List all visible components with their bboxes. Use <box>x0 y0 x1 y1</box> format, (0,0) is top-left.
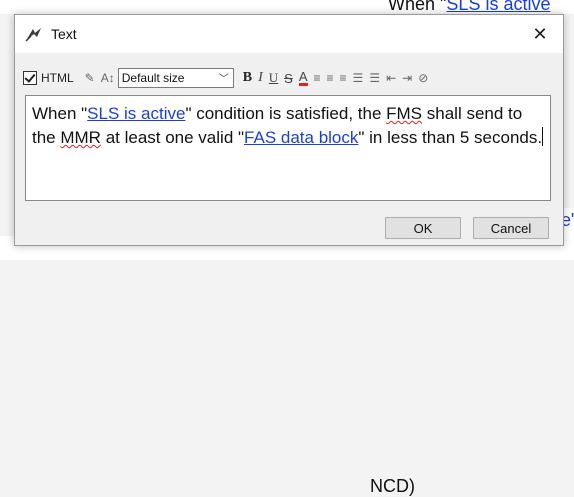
dialog-titlebar[interactable]: Text ✕ <box>15 15 563 53</box>
text-color-icon[interactable]: A <box>298 70 308 86</box>
text-caret <box>542 127 544 146</box>
italic-icon[interactable]: I <box>258 70 263 86</box>
html-label: HTML <box>41 71 74 85</box>
font-size-icon[interactable]: A↕ <box>101 71 115 85</box>
align-center-icon[interactable]: ≡ <box>327 71 334 85</box>
formatting-toolbar: HTML ✎ A↕ Default size ﹀ B I U S A ≡ ≡ ≡… <box>23 67 553 89</box>
ordered-list-icon[interactable]: ☰ <box>353 71 364 85</box>
spellcheck-word-fms: FMS <box>386 104 423 123</box>
background-text-bottom: NCD) <box>370 476 415 496</box>
cancel-button[interactable]: Cancel <box>473 217 549 239</box>
bold-icon[interactable]: B <box>243 70 252 86</box>
strikethrough-icon[interactable]: S <box>284 71 293 86</box>
link-sls-is-active[interactable]: SLS is active <box>87 104 185 123</box>
font-size-value: Default size <box>121 71 185 85</box>
background-text-top: When "SLS is active <box>388 0 551 14</box>
app-logo-icon <box>25 28 41 42</box>
outdent-icon[interactable]: ⇤ <box>386 71 396 85</box>
align-right-icon[interactable]: ≡ <box>340 71 347 85</box>
unordered-list-icon[interactable]: ☰ <box>369 71 380 85</box>
html-checkbox[interactable] <box>23 71 37 85</box>
brush-icon[interactable]: ✎ <box>85 71 95 85</box>
spellcheck-word-mmr: MMR <box>60 128 101 147</box>
ok-button[interactable]: OK <box>385 217 461 239</box>
close-icon: ✕ <box>532 23 548 44</box>
background-document-top: When "SLS is active <box>0 0 574 14</box>
chevron-down-icon: ﹀ <box>218 74 229 85</box>
link-fas-data-block[interactable]: FAS data block <box>244 128 358 147</box>
indent-icon[interactable]: ⇥ <box>402 71 412 85</box>
text-dialog: Text ✕ HTML ✎ A↕ Default size ﹀ B I U S … <box>14 14 564 246</box>
clear-format-icon[interactable]: ⊘ <box>418 71 428 85</box>
rich-text-editor[interactable]: When "SLS is active" condition is satisf… <box>25 95 551 201</box>
underline-icon[interactable]: U <box>269 70 278 86</box>
dialog-title: Text <box>51 26 77 42</box>
close-button[interactable]: ✕ <box>517 15 563 53</box>
font-size-select[interactable]: Default size ﹀ <box>117 68 234 88</box>
align-left-icon[interactable]: ≡ <box>314 71 321 85</box>
